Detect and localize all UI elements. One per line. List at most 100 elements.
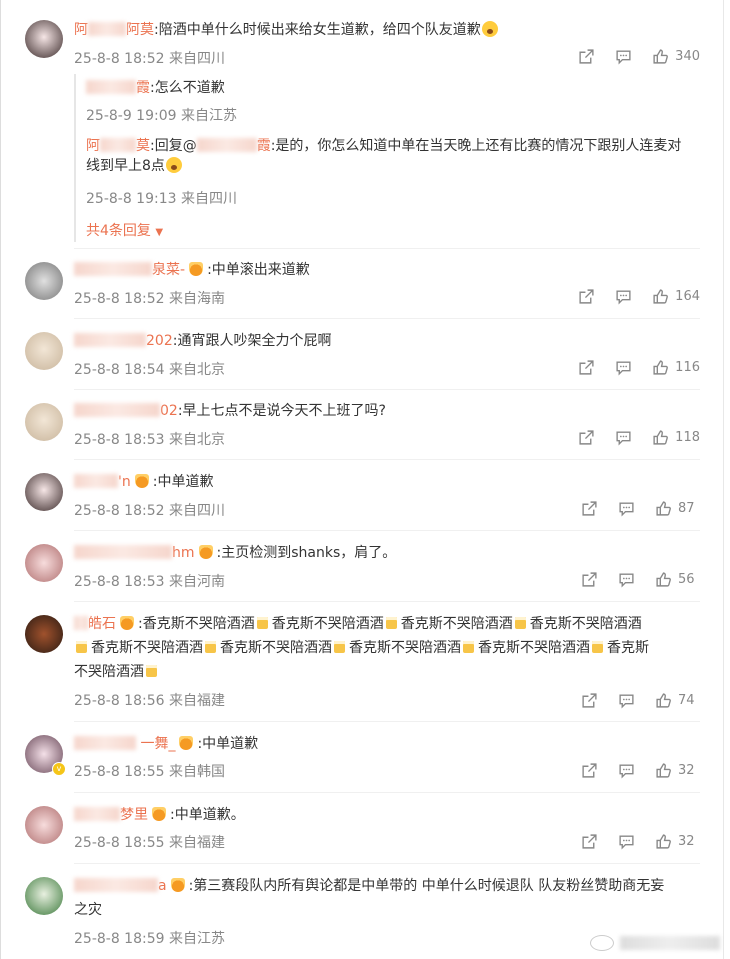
like-count: 32: [678, 762, 695, 778]
share-icon[interactable]: [578, 359, 595, 376]
username[interactable]: 梦里: [74, 807, 148, 823]
avatar[interactable]: [25, 877, 63, 915]
divider: [74, 459, 700, 460]
comment-meta: 25-8-8 18:55 来自福建: [74, 835, 225, 851]
thumbs-up-icon[interactable]: [652, 359, 669, 376]
reply-meta: 25-8-8 19:13 来自四川: [86, 191, 237, 207]
avatar[interactable]: [25, 544, 63, 582]
beer-emoji-icon: [334, 641, 345, 653]
like-count: 74: [678, 692, 695, 708]
comment-text: 02:早上七点不是说今天不上班了吗?: [74, 401, 386, 421]
username[interactable]: 一舞_: [74, 736, 175, 752]
beer-emoji-icon: [146, 665, 157, 677]
share-icon[interactable]: [578, 429, 595, 446]
share-icon[interactable]: [581, 571, 598, 588]
comment-actions: 164: [558, 286, 700, 306]
reply-thread: 霞:怎么不道歉 25-8-9 19:09 来自江苏 阿莫:回复@ 霞:是的，你怎么…: [74, 74, 706, 242]
reply-username[interactable]: 阿莫: [86, 138, 150, 154]
crown-badge-icon: [152, 807, 166, 821]
reply-meta: 25-8-9 19:09 来自江苏: [86, 108, 237, 124]
username[interactable]: 阿阿莫: [74, 22, 154, 38]
avatar[interactable]: [25, 473, 63, 511]
mention-link[interactable]: 霞: [196, 138, 271, 154]
username[interactable]: a: [74, 878, 167, 894]
comment-actions: 116: [558, 357, 700, 377]
comment-icon[interactable]: [615, 359, 632, 376]
thumbs-up-icon[interactable]: [652, 48, 669, 65]
comment-meta: 25-8-8 18:56 来自福建: [74, 693, 225, 709]
comment-icon[interactable]: [618, 500, 635, 517]
username[interactable]: 202: [74, 333, 173, 349]
beer-emoji-icon: [592, 641, 603, 653]
thumbs-up-icon[interactable]: [655, 762, 672, 779]
comment-actions: 340: [558, 46, 700, 66]
thumbs-up-icon[interactable]: [655, 571, 672, 588]
thumbs-up-icon[interactable]: [655, 692, 672, 709]
comment-text: 阿阿莫:陪酒中单什么时候出来给女生道歉，给四个队友道歉: [74, 20, 498, 40]
crown-badge-icon: [198, 545, 213, 559]
username[interactable]: 皓石: [74, 616, 116, 632]
divider: [74, 248, 700, 249]
comment-icon[interactable]: [615, 288, 632, 305]
share-icon[interactable]: [581, 833, 598, 850]
comment-icon[interactable]: [615, 48, 632, 65]
comment-text: a:第三赛段队内所有舆论都是中单带的 中单什么时候退队 队友粉丝赞助商无妄: [74, 876, 664, 896]
thumbs-up-icon[interactable]: [655, 833, 672, 850]
left-frame-edge: [0, 0, 1, 959]
comment-actions: 87: [561, 498, 700, 518]
avatar[interactable]: [25, 806, 63, 844]
comment-text: 一舞_:中单道歉: [74, 734, 258, 754]
crown-badge-icon: [120, 616, 134, 630]
avatar[interactable]: [25, 403, 63, 441]
reply-text: 霞:怎么不道歉: [86, 78, 696, 98]
comment-actions: 32: [561, 831, 700, 851]
share-icon[interactable]: [581, 500, 598, 517]
username[interactable]: 'n: [74, 474, 131, 490]
beer-emoji-icon: [463, 641, 474, 653]
like-count: 118: [675, 429, 700, 445]
comment-icon[interactable]: [618, 692, 635, 709]
crown-badge-icon: [179, 736, 194, 750]
comment-meta: 25-8-8 18:52 来自海南: [74, 291, 225, 307]
comment-icon[interactable]: [618, 762, 635, 779]
like-count: 87: [678, 500, 695, 516]
share-icon[interactable]: [581, 762, 598, 779]
divider: [74, 863, 700, 864]
username[interactable]: 泉菜-: [74, 262, 185, 278]
caret-down-icon: ▼: [155, 227, 164, 238]
comment-text: 202:通宵跟人吵架全力个屁啊: [74, 331, 331, 351]
avatar[interactable]: [25, 262, 63, 300]
comment-actions: 32: [561, 760, 700, 780]
watermark-logo-icon: [590, 935, 614, 951]
comment-icon[interactable]: [615, 429, 632, 446]
share-icon[interactable]: [581, 692, 598, 709]
like-count: 32: [678, 833, 695, 849]
comment-meta: 25-8-8 18:52 来自四川: [74, 51, 225, 67]
thumbs-up-icon[interactable]: [655, 500, 672, 517]
username[interactable]: hm: [74, 545, 195, 561]
avatar[interactable]: [25, 20, 63, 58]
comment-text: 泉菜-:中单滚出来道歉: [74, 260, 310, 280]
comment-text: hm:主页检测到shanks，肩了。: [74, 543, 396, 563]
thumbs-up-icon[interactable]: [652, 288, 669, 305]
comment-icon[interactable]: [618, 833, 635, 850]
comment-icon[interactable]: [618, 571, 635, 588]
beer-emoji-icon: [385, 617, 397, 629]
divider: [74, 389, 700, 390]
share-icon[interactable]: [578, 288, 595, 305]
beer-emoji-icon: [205, 641, 216, 653]
share-icon[interactable]: [578, 48, 595, 65]
emoji-icon: [481, 21, 498, 37]
comment-text-line3: 不哭陪酒酒: [74, 662, 161, 682]
verified-badge-icon: v: [52, 762, 66, 776]
comment-meta: 25-8-8 18:54 来自北京: [74, 362, 225, 378]
divider: [74, 792, 700, 793]
comment-text: 皓石:香克斯不哭陪酒酒 香克斯不哭陪酒酒 香克斯不哭陪酒酒 香克斯不哭陪酒酒: [74, 614, 642, 634]
reply-username[interactable]: 霞: [86, 80, 150, 96]
username[interactable]: 02: [74, 403, 178, 419]
thumbs-up-icon[interactable]: [652, 429, 669, 446]
more-replies-link[interactable]: 共4条回复 ▼: [86, 220, 163, 240]
avatar[interactable]: [25, 615, 63, 653]
comment-meta: 25-8-8 18:55 来自韩国: [74, 764, 225, 780]
avatar[interactable]: [25, 332, 63, 370]
